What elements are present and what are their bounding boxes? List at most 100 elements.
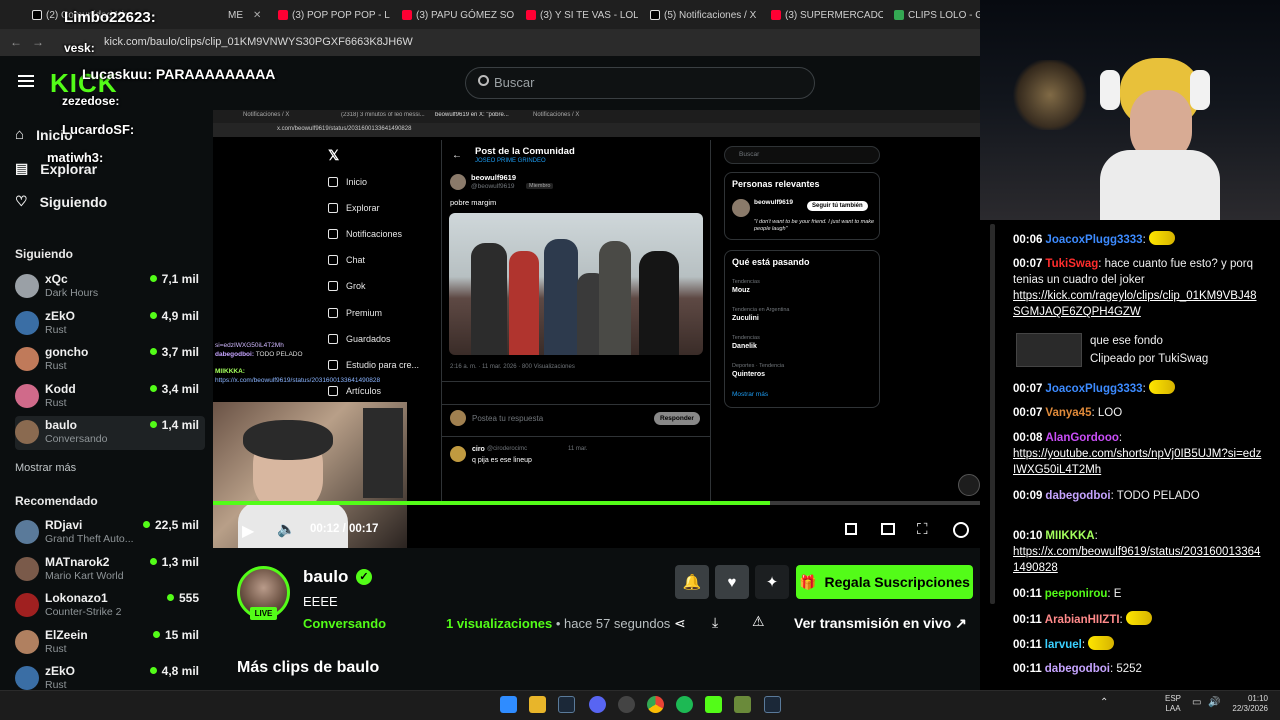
bell-icon: 🔔 <box>682 574 702 591</box>
chat-username[interactable]: larvuel <box>1045 639 1082 651</box>
stream-chat-overlay: si=edzIWXG50iL4T2Mh dabegodboi: TODO PEL… <box>215 342 381 384</box>
channel-category: Mario Kart World <box>45 569 124 582</box>
channel-item[interactable]: baulo Conversando 1,4 mil <box>15 416 205 451</box>
chat-username[interactable]: dabegodboi <box>1045 490 1110 502</box>
heart-icon: ♥ <box>727 573 737 591</box>
channel-name: ElZeein <box>45 627 88 642</box>
chat-scrollbar[interactable] <box>990 224 995 604</box>
follow-button[interactable]: ♥ <box>715 565 749 599</box>
pip-icon[interactable] <box>845 523 857 535</box>
gift-icon: 🎁 <box>799 573 817 590</box>
chat-link[interactable]: https://x.com/beowulf9619/status/2031600… <box>1013 546 1260 574</box>
close-icon[interactable]: ✕ <box>253 10 261 21</box>
chat-username[interactable]: AlanGordooo <box>1045 432 1118 444</box>
chat-timestamp: 00:07 <box>1013 383 1043 395</box>
channel-item[interactable]: goncho Rust 3,7 mil <box>15 343 205 377</box>
language-indicator[interactable]: ESP LAA <box>1165 694 1181 714</box>
spotify-icon[interactable] <box>676 696 693 713</box>
live-dot-icon <box>149 384 157 392</box>
chat-username[interactable]: TukiSwag <box>1045 258 1098 270</box>
channel-item[interactable]: Lokonazo1 Counter-Strike 2 555 <box>15 589 205 623</box>
chat-timestamp: 00:10 <box>1013 530 1043 542</box>
fullscreen-icon[interactable]: ⛶ <box>917 521 928 538</box>
clip-icon[interactable] <box>958 474 980 496</box>
external-link-icon: ↗ <box>955 615 967 631</box>
notifications-button[interactable]: 🔔 <box>675 565 709 599</box>
live-dot-icon <box>166 594 174 602</box>
search-input[interactable]: Buscar <box>494 75 534 90</box>
channel-item[interactable]: MATnarok2 Mario Kart World 1,3 mil <box>15 553 205 587</box>
share-icon[interactable]: ⋖ <box>674 615 686 632</box>
chevron-up-icon[interactable]: ⌃ <box>1100 697 1108 708</box>
steam-icon[interactable] <box>764 696 781 713</box>
chat-username[interactable]: Vanya45 <box>1045 407 1091 419</box>
theater-icon[interactable] <box>881 523 895 535</box>
discord-icon[interactable] <box>589 696 606 713</box>
show-more-link[interactable]: Mostrar más <box>15 462 76 474</box>
report-icon[interactable]: ⚠ <box>752 613 765 630</box>
menu-icon[interactable] <box>18 75 34 77</box>
browser-tab[interactable]: (5) Notificaciones / X✕ <box>650 5 762 25</box>
browser-tab[interactable]: CLIPS LOLO - Googl <box>894 5 980 25</box>
clip-thumbnail[interactable] <box>1016 333 1082 367</box>
channel-item[interactable]: RDjavi Grand Theft Auto... 22,5 mil <box>15 516 205 550</box>
chrome-icon[interactable] <box>647 696 664 713</box>
channel-category: Rust <box>45 323 67 336</box>
chat-username[interactable]: JoacoxPlugg3333 <box>1045 383 1142 395</box>
app-icon[interactable] <box>618 696 635 713</box>
channel-name[interactable]: baulo <box>303 567 348 587</box>
chat-link[interactable]: https://kick.com/rageylo/clips/clip_01KM… <box>1013 290 1257 318</box>
streamer-camera <box>980 0 1280 220</box>
chat-username[interactable]: JoacoxPlugg3333 <box>1045 234 1142 246</box>
forward-icon[interactable]: → <box>32 35 44 49</box>
windows-taskbar <box>0 690 1280 720</box>
channel-item[interactable]: xQc Dark Hours 7,1 mil <box>15 270 205 304</box>
volume-icon[interactable]: 🔈 <box>277 520 296 538</box>
channel-category: Rust <box>45 642 67 655</box>
back-icon[interactable]: ← <box>10 35 22 49</box>
viewer-count: 3,7 mil <box>149 345 199 359</box>
watch-live-link[interactable]: Ver transmisión en vivo ↗ <box>794 615 967 632</box>
x-icon <box>650 10 660 20</box>
app-icon[interactable] <box>734 696 751 713</box>
channel-item[interactable]: ElZeein Rust 15 mil <box>15 626 205 660</box>
channel-item[interactable]: zEkO Rust 4,9 mil <box>15 307 205 341</box>
start-icon[interactable] <box>500 696 517 713</box>
nav-icon <box>328 255 338 266</box>
channel-item[interactable]: Kodd Rust 3,4 mil <box>15 380 205 414</box>
network-icon[interactable]: ▭ <box>1192 697 1201 708</box>
volume-icon[interactable]: 🔊 <box>1208 697 1220 708</box>
emote-icon <box>1148 380 1175 394</box>
gift-subs-button[interactable]: 🎁 Regala Suscripciones <box>796 565 973 599</box>
play-icon[interactable]: ▶ <box>242 521 254 541</box>
inner-tab-bar: Notificaciones / X (2318) 3 minutos of l… <box>213 110 980 123</box>
chat-username[interactable]: ArabianHIIZTI <box>1045 614 1120 626</box>
category-link[interactable]: Conversando <box>303 616 386 631</box>
kick-icon[interactable] <box>705 696 722 713</box>
sparkle-button[interactable]: ✦ <box>755 565 789 599</box>
chat-link[interactable]: https://youtube.com/shorts/npVj0IB5UJM?s… <box>1013 448 1261 476</box>
browser-tab[interactable]: (3) Y SI TE VAS - LOLI✕ <box>526 5 638 25</box>
chat-text: E <box>1113 588 1122 600</box>
settings-icon[interactable] <box>953 522 969 538</box>
avatar <box>450 174 466 190</box>
file-explorer-icon[interactable] <box>529 696 546 713</box>
url-field[interactable]: kick.com/baulo/clips/clip_01KM9VNWYS30PG… <box>104 36 413 48</box>
chat-username[interactable]: peeponirou <box>1045 588 1108 600</box>
clock[interactable]: 01:10 22/3/2026 <box>1222 694 1268 714</box>
steam-icon[interactable] <box>558 696 575 713</box>
browser-tab[interactable]: (3) SUPERMERCADO✕ <box>771 5 883 25</box>
chat-username[interactable]: MIIKKKA <box>1045 530 1094 542</box>
search-box[interactable]: Buscar <box>465 67 815 99</box>
reply-button: Responder <box>654 412 700 425</box>
channel-category: Dark Hours <box>45 287 99 299</box>
viewer-count: 3,4 mil <box>149 382 199 396</box>
browser-tab[interactable]: (3) POP POP POP - LI✕ <box>278 5 390 25</box>
browser-tab[interactable]: (3) PAPU GÓMEZ SOI✕ <box>402 5 514 25</box>
browser-tab[interactable]: ME ✕ <box>180 5 265 25</box>
nav-siguiendo[interactable]: ♡ Siguiendo <box>15 193 107 210</box>
compass-icon: ▤ <box>15 160 29 176</box>
download-icon[interactable]: ⤓ <box>712 614 718 631</box>
chat-username[interactable]: dabegodboi <box>1045 663 1110 675</box>
avatar <box>15 383 39 408</box>
